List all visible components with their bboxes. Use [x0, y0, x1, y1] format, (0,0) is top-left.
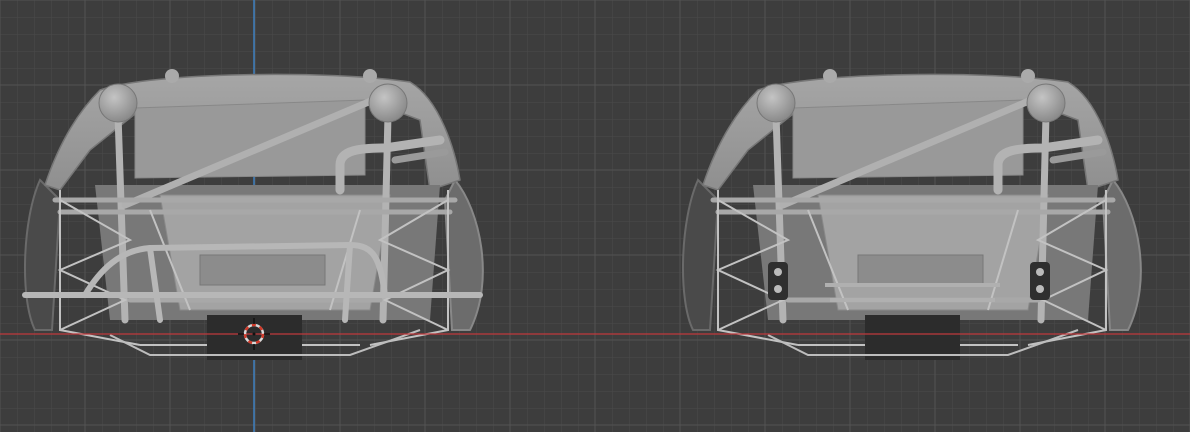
viewport-canvas[interactable] [0, 0, 1190, 432]
3d-viewport[interactable] [0, 0, 1190, 432]
